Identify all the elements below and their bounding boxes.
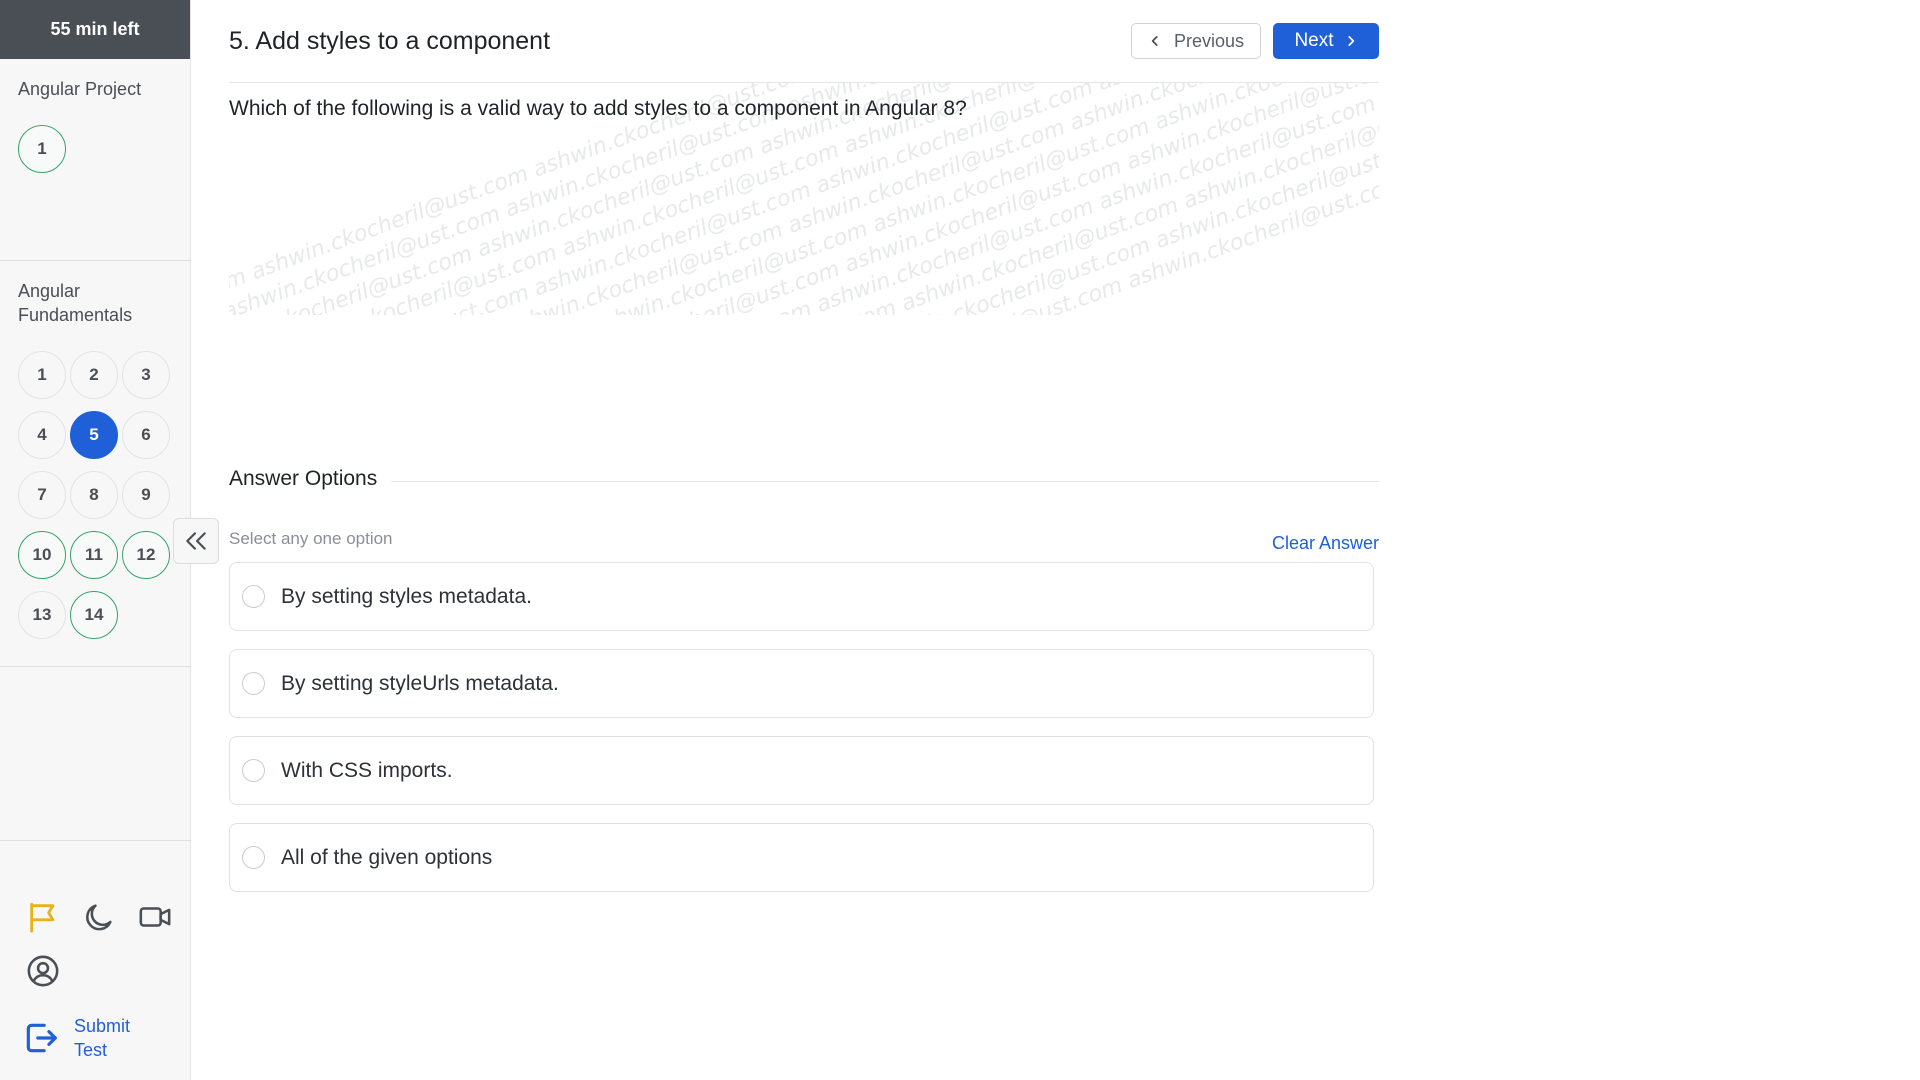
chevron-left-icon [1151,36,1158,46]
question-number-button[interactable]: 3 [122,351,170,399]
question-number-button[interactable]: 5 [70,411,118,459]
clear-answer-link[interactable]: Clear Answer [1272,533,1379,554]
question-grid: 1 [18,125,172,173]
question-nav: Previous Next [1131,23,1379,59]
moon-icon[interactable] [80,898,118,936]
next-label: Next [1294,30,1334,51]
next-button[interactable]: Next [1273,23,1379,59]
previous-button[interactable]: Previous [1131,23,1261,59]
flag-icon[interactable] [24,898,62,936]
chevron-right-icon [1347,36,1354,46]
user-circle-icon[interactable] [24,952,62,990]
video-camera-icon[interactable] [136,898,174,936]
answer-options-subheader: Select any one option Clear Answer [229,529,1379,554]
question-number-button[interactable]: 2 [70,351,118,399]
answer-option-label: All of the given options [281,845,493,869]
section-angular-fundamentals: Angular Fundamentals 1 2 3 4 5 6 7 8 9 10 11 12 13 14 [0,261,190,667]
submit-test-label: Submit Test [74,1016,131,1060]
previous-label: Previous [1173,30,1245,51]
section-title: Angular Project [18,79,142,99]
question-number-button[interactable]: 6 [122,411,170,459]
answer-option-label: By setting styles metadata. [281,584,532,608]
answer-options-heading: Answer Options [229,467,378,490]
question-number-button[interactable]: 1 [18,351,66,399]
answer-option[interactable]: By setting styleUrls metadata. [229,649,1374,718]
question-title: 5. Add styles to a component [229,26,551,55]
answer-options-header: Answer Options [229,467,1379,491]
question-number-button[interactable]: 10 [18,531,66,579]
question-number-button[interactable]: 9 [122,471,170,519]
section-title: Angular Fundamentals [18,281,133,325]
question-number-button[interactable]: 14 [70,591,118,639]
answer-option-label: By setting styleUrls metadata. [281,671,559,695]
divider [391,480,1379,482]
question-number-button[interactable]: 13 [18,591,66,639]
answer-options-list: By setting styles metadata. By setting st… [229,562,1374,892]
answer-option[interactable]: By setting styles metadata. [229,562,1374,631]
question-number-button[interactable]: 11 [70,531,118,579]
tool-row [24,898,174,936]
time-remaining: 55 min left [0,0,190,59]
question-number-button[interactable]: 1 [18,125,66,173]
main-panel: 5. Add styles to a component Previous Ne… [229,0,1379,892]
collapse-sidebar-button[interactable] [173,518,219,564]
select-hint: Select any one option [229,529,393,548]
answer-option[interactable]: All of the given options [229,823,1374,892]
answer-option[interactable]: With CSS imports. [229,736,1374,805]
radio-button[interactable] [242,759,265,782]
radio-button[interactable] [242,585,265,608]
radio-button[interactable] [242,846,265,869]
question-text: Which of the following is a valid way to… [229,97,967,120]
submit-test-button[interactable]: Submit Test [22,1014,144,1062]
question-number-button[interactable]: 7 [18,471,66,519]
question-number-button[interactable]: 8 [70,471,118,519]
radio-button[interactable] [242,672,265,695]
double-chevron-left-icon [186,532,206,550]
question-number-button[interactable]: 4 [18,411,66,459]
question-area: ashwin.ckocheril@ust.com ashwin.ckocheri… [229,83,1379,315]
question-number-button[interactable]: 12 [122,531,170,579]
logout-icon [26,1023,57,1053]
question-header: 5. Add styles to a component Previous Ne… [229,0,1379,83]
section-angular-project: Angular Project 1 [0,59,190,261]
answer-option-label: With CSS imports. [281,758,453,782]
question-grid: 1 2 3 4 5 6 7 8 9 10 11 12 13 14 [18,351,172,639]
